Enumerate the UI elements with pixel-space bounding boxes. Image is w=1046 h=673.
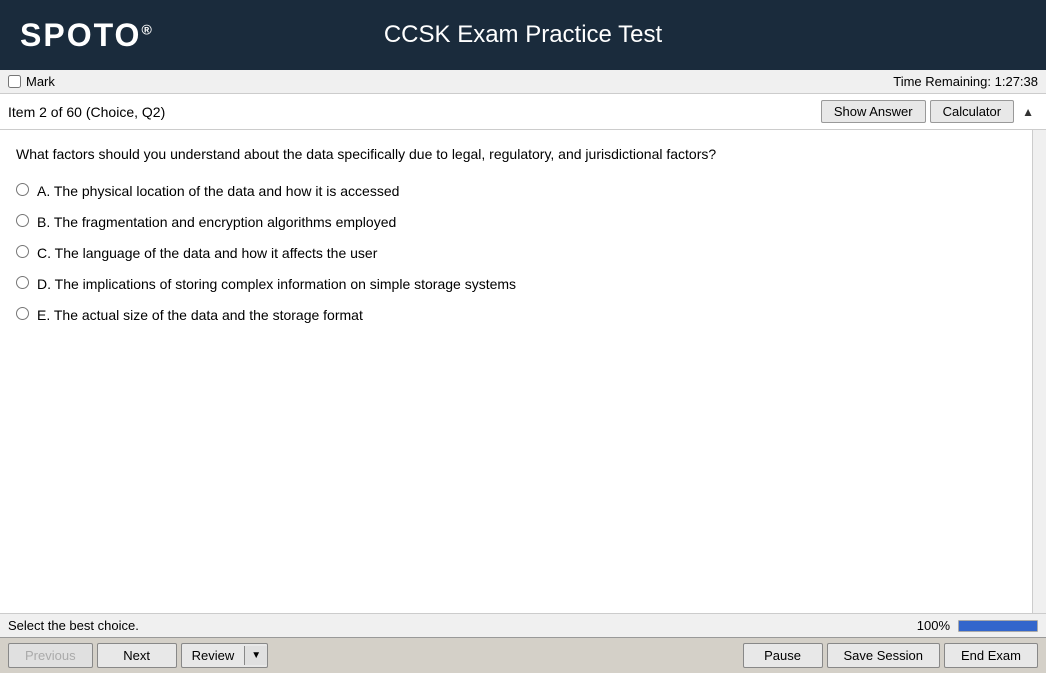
option-b[interactable]: B. The fragmentation and encryption algo…: [16, 212, 1016, 233]
scroll-up-arrow[interactable]: ▲: [1018, 105, 1038, 119]
progress-percent: 100%: [917, 618, 950, 633]
status-bar: Select the best choice. 100%: [0, 613, 1046, 637]
radio-e[interactable]: [16, 307, 29, 320]
previous-button[interactable]: Previous: [8, 643, 93, 668]
bottom-nav: Previous Next Review ▼ Pause Save Sessio…: [0, 637, 1046, 673]
review-button[interactable]: Review ▼: [181, 643, 269, 668]
review-dropdown-arrow[interactable]: ▼: [244, 646, 267, 665]
option-label-b: B. The fragmentation and encryption algo…: [37, 212, 396, 233]
bottom-left-nav: Previous Next Review ▼: [8, 643, 268, 668]
radio-b[interactable]: [16, 214, 29, 227]
progress-area: 100%: [917, 618, 1038, 633]
item-number: 2 of: [39, 104, 66, 120]
mark-label[interactable]: Mark: [8, 74, 55, 89]
save-session-button[interactable]: Save Session: [827, 643, 941, 668]
item-label: Item: [8, 104, 35, 120]
option-label-a: A. The physical location of the data and…: [37, 181, 399, 202]
item-info: Item 2 of 60 (Choice, Q2): [8, 104, 165, 120]
options-list: A. The physical location of the data and…: [16, 181, 1016, 326]
progress-bar-container: [958, 620, 1038, 632]
radio-d[interactable]: [16, 276, 29, 289]
question-text: What factors should you understand about…: [16, 144, 1016, 165]
mark-bar: Mark Time Remaining: 1:27:38: [0, 70, 1046, 94]
option-e[interactable]: E. The actual size of the data and the s…: [16, 305, 1016, 326]
radio-c[interactable]: [16, 245, 29, 258]
question-area: What factors should you understand about…: [0, 130, 1032, 613]
timer: Time Remaining: 1:27:38: [893, 74, 1038, 89]
item-buttons: Show Answer Calculator ▲: [821, 100, 1038, 123]
option-c[interactable]: C. The language of the data and how it a…: [16, 243, 1016, 264]
item-bar: Item 2 of 60 (Choice, Q2) Show Answer Ca…: [0, 94, 1046, 130]
mark-checkbox[interactable]: [8, 75, 21, 88]
end-exam-button[interactable]: End Exam: [944, 643, 1038, 668]
review-main[interactable]: Review: [182, 644, 245, 667]
radio-a[interactable]: [16, 183, 29, 196]
item-total: 60: [66, 104, 82, 120]
item-type: (Choice, Q2): [86, 104, 165, 120]
pause-button[interactable]: Pause: [743, 643, 823, 668]
option-d[interactable]: D. The implications of storing complex i…: [16, 274, 1016, 295]
logo: SPOTO®: [20, 17, 154, 54]
option-label-d: D. The implications of storing complex i…: [37, 274, 516, 295]
next-button[interactable]: Next: [97, 643, 177, 668]
option-label-e: E. The actual size of the data and the s…: [37, 305, 363, 326]
app-title: CCSK Exam Practice Test: [384, 21, 662, 49]
scrollbar[interactable]: [1032, 130, 1046, 613]
bottom-right-nav: Pause Save Session End Exam: [743, 643, 1038, 668]
show-answer-button[interactable]: Show Answer: [821, 100, 926, 123]
option-label-c: C. The language of the data and how it a…: [37, 243, 377, 264]
progress-bar-fill: [959, 621, 1037, 631]
header: SPOTO® CCSK Exam Practice Test: [0, 0, 1046, 70]
status-text: Select the best choice.: [8, 618, 139, 633]
main-content: What factors should you understand about…: [0, 130, 1046, 613]
option-a[interactable]: A. The physical location of the data and…: [16, 181, 1016, 202]
mark-text[interactable]: Mark: [26, 74, 55, 89]
calculator-button[interactable]: Calculator: [930, 100, 1015, 123]
